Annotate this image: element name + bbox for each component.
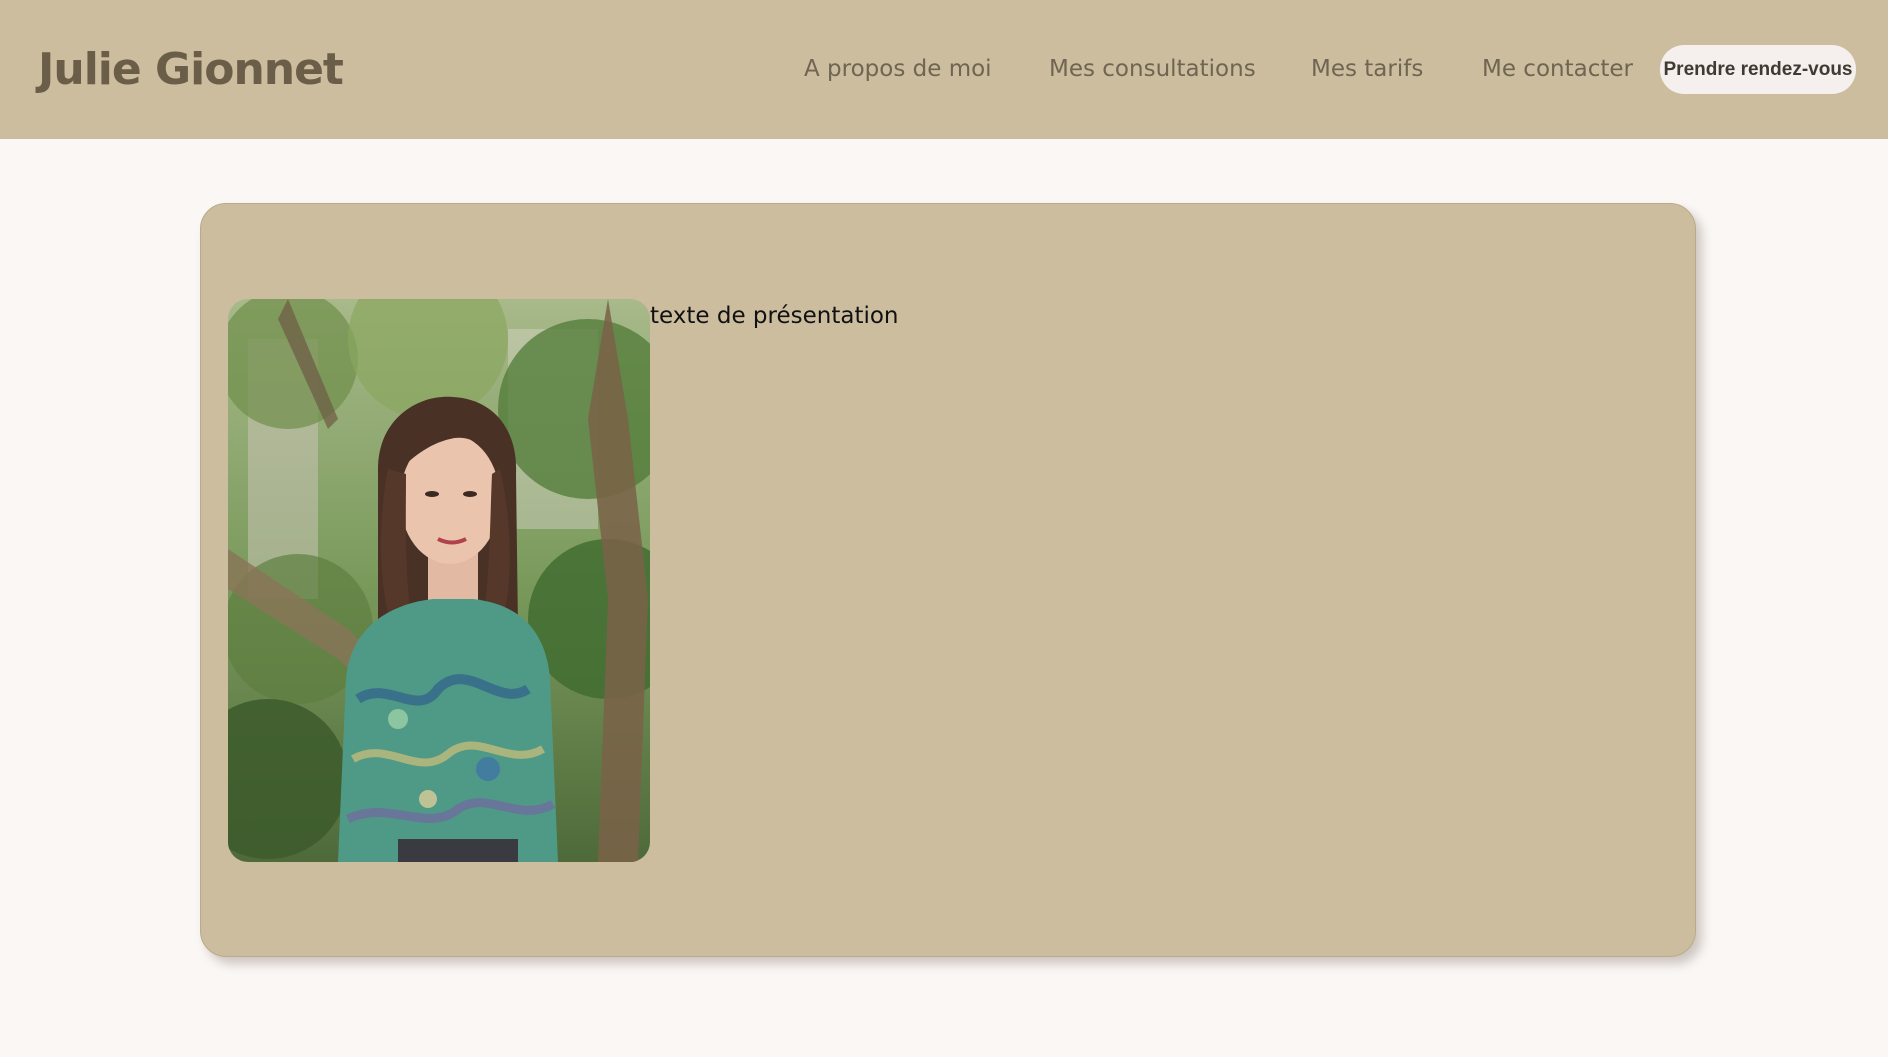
nav-link-tarifs[interactable]: Mes tarifs bbox=[1311, 50, 1423, 88]
nav-link-consultations[interactable]: Mes consultations bbox=[1049, 50, 1256, 88]
site-brand[interactable]: Julie Gionnet bbox=[38, 40, 344, 100]
site-header: Julie Gionnet A propos de moi Mes consul… bbox=[0, 0, 1888, 139]
nav-link-contact[interactable]: Me contacter bbox=[1482, 50, 1633, 88]
nav-link-about[interactable]: A propos de moi bbox=[804, 50, 992, 88]
presentation-text: texte de présentation bbox=[650, 303, 899, 329]
portrait-photo bbox=[228, 299, 650, 862]
book-appointment-button[interactable]: Prendre rendez-vous bbox=[1660, 45, 1856, 94]
